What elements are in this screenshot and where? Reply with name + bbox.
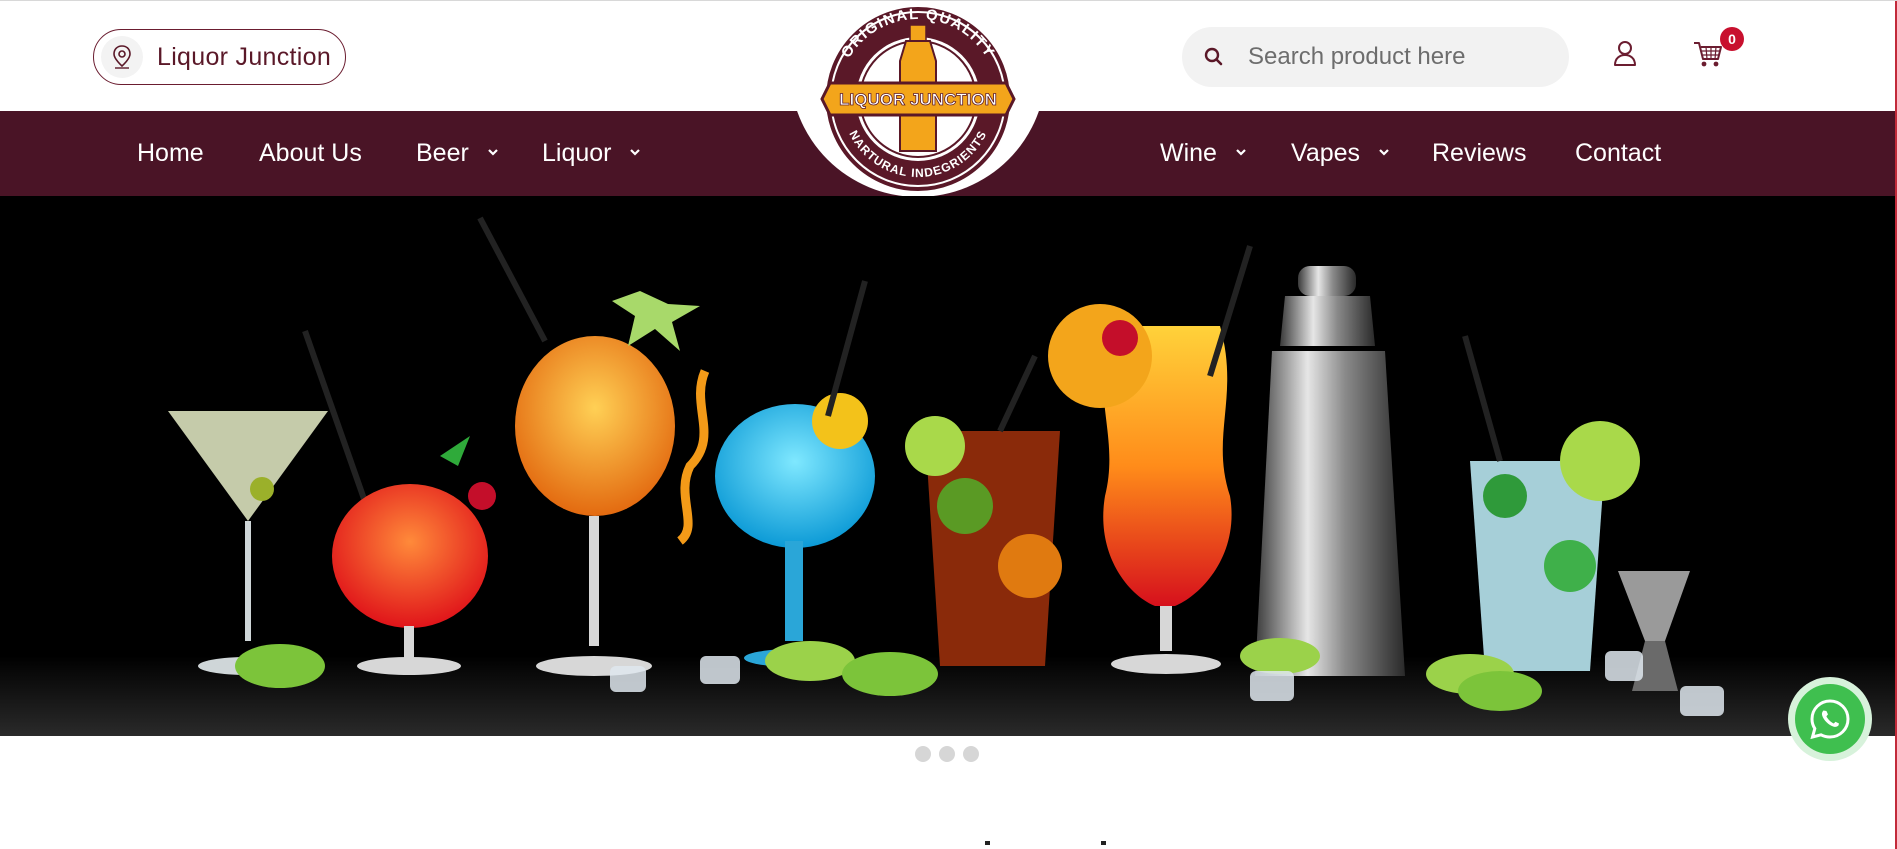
chevron-down-icon bbox=[487, 149, 498, 156]
search-bar[interactable] bbox=[1182, 27, 1569, 87]
chevron-down-icon bbox=[630, 149, 641, 156]
nav-vapes[interactable]: Vapes bbox=[1291, 111, 1389, 196]
logo-center-text: LIQUOR JUNCTION bbox=[839, 90, 997, 109]
nav-contact[interactable]: Contact bbox=[1575, 111, 1661, 196]
nav-reviews-label: Reviews bbox=[1432, 139, 1527, 167]
whatsapp-icon bbox=[1810, 699, 1850, 740]
nav-beer[interactable]: Beer bbox=[416, 111, 498, 196]
nav-vapes-label: Vapes bbox=[1291, 139, 1361, 167]
nav-liquor[interactable]: Liquor bbox=[542, 111, 641, 196]
search-input[interactable] bbox=[1246, 42, 1550, 72]
page: Liquor Junction 0 Home About Us bbox=[0, 0, 1897, 849]
slider-dot[interactable] bbox=[963, 746, 979, 762]
user-icon[interactable] bbox=[1612, 39, 1638, 67]
nav-about-us[interactable]: About Us bbox=[259, 111, 362, 196]
cocktail-glasses-image bbox=[0, 196, 1895, 736]
hero-banner bbox=[0, 196, 1895, 736]
slider-dot[interactable] bbox=[915, 746, 931, 762]
cart-count-badge: 0 bbox=[1720, 27, 1744, 51]
nav-reviews[interactable]: Reviews bbox=[1432, 111, 1526, 196]
store-label: Liquor Junction bbox=[157, 42, 332, 71]
store-location-button[interactable]: Liquor Junction bbox=[93, 29, 346, 85]
chevron-down-icon bbox=[1236, 149, 1246, 156]
section-heading-fragment bbox=[985, 841, 1106, 845]
slider-pagination bbox=[915, 746, 979, 762]
nav-contact-label: Contact bbox=[1575, 139, 1662, 167]
shopping-cart-icon[interactable] bbox=[1692, 39, 1724, 69]
location-pin-icon bbox=[101, 36, 143, 78]
whatsapp-chat-button[interactable] bbox=[1788, 677, 1872, 761]
nav-home[interactable]: Home bbox=[137, 111, 204, 196]
nav-about-us-label: About Us bbox=[259, 139, 362, 167]
nav-beer-label: Beer bbox=[416, 139, 469, 167]
chevron-down-icon bbox=[1379, 149, 1389, 156]
slider-dot[interactable] bbox=[939, 746, 955, 762]
search-icon[interactable] bbox=[1202, 45, 1226, 69]
nav-home-label: Home bbox=[137, 139, 204, 167]
nav-wine[interactable]: Wine bbox=[1160, 111, 1246, 196]
nav-wine-label: Wine bbox=[1160, 139, 1217, 167]
nav-liquor-label: Liquor bbox=[542, 139, 612, 167]
